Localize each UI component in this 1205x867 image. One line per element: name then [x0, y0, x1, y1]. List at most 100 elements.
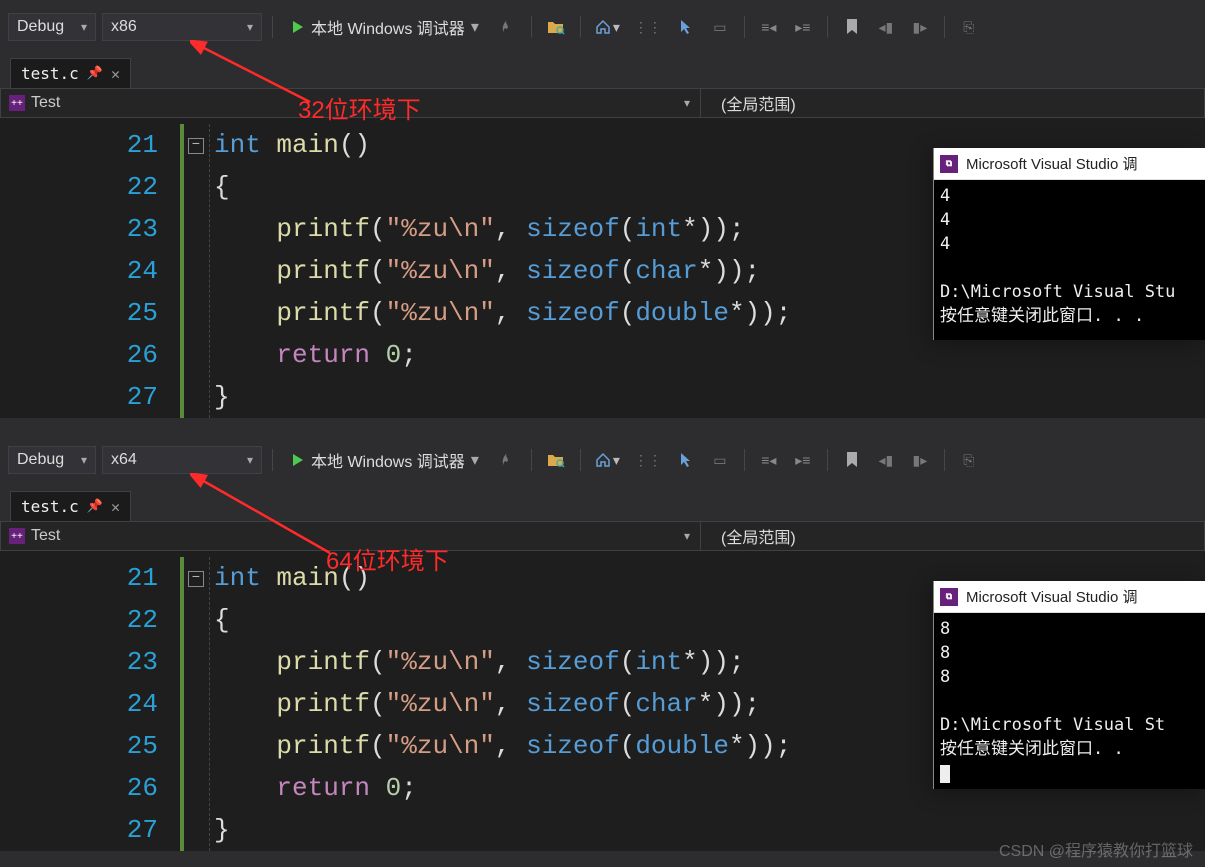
toolbar: Debug ▾ x64 ▾ 本地 Windows 调试器 ▾ ▾ ⋮⋮ ▭ [0, 433, 1205, 487]
open-folder-button[interactable] [542, 13, 570, 41]
file-tab[interactable]: test.c 📌 ✕ [10, 491, 131, 521]
toolbar: Debug ▾ x86 ▾ 本地 Windows 调试器 ▾ ▾ ⋮⋮ ▭ [0, 0, 1205, 54]
code-line[interactable]: } [214, 376, 791, 418]
line-number: 25 [0, 725, 158, 767]
hot-reload-button[interactable] [493, 446, 521, 474]
chevron-down-icon: ▾ [81, 20, 87, 34]
close-icon[interactable]: ✕ [111, 65, 120, 83]
code-line[interactable]: printf("%zu\n", sizeof(int*)); [214, 208, 791, 250]
console-output: 4 4 4 D:\Microsoft Visual Stu 按任意键关闭此窗口.… [934, 180, 1205, 340]
scope-global-text: (全局范围) [721, 524, 796, 548]
code-line[interactable]: return 0; [214, 767, 791, 809]
global-scope-dropdown[interactable]: (全局范围) [701, 522, 1204, 550]
global-scope-dropdown[interactable]: (全局范围) [701, 89, 1204, 117]
config-text: Debug [17, 451, 64, 469]
indent-button[interactable]: ▸≡ [789, 446, 817, 474]
scope-global-text: (全局范围) [721, 91, 796, 115]
code-line[interactable]: { [214, 166, 791, 208]
indent-button[interactable]: ▸≡ [789, 13, 817, 41]
platform-text: x86 [111, 18, 137, 36]
nav-back-button[interactable]: ◂▮ [872, 446, 900, 474]
code-line[interactable]: int main() [214, 124, 791, 166]
separator [272, 449, 273, 471]
home-button[interactable]: ▾ [591, 446, 624, 474]
outdent-button[interactable]: ≡◂ [755, 13, 783, 41]
code-body[interactable]: int main(){ printf("%zu\n", sizeof(int*)… [210, 124, 791, 418]
console-title: Microsoft Visual Studio 调 [966, 586, 1137, 607]
code-line[interactable]: printf("%zu\n", sizeof(char*)); [214, 250, 791, 292]
config-dropdown[interactable]: Debug ▾ [8, 446, 96, 474]
code-line[interactable]: } [214, 809, 791, 851]
code-line[interactable]: printf("%zu\n", sizeof(double*)); [214, 292, 791, 334]
fold-column[interactable]: − [180, 124, 210, 418]
chevron-down-icon: ▾ [471, 450, 479, 470]
play-icon [291, 453, 305, 467]
home-button[interactable]: ▾ [591, 13, 624, 41]
line-number: 27 [0, 376, 158, 418]
console-titlebar[interactable]: ⧉ Microsoft Visual Studio 调 [934, 148, 1205, 180]
nav-fwd-button[interactable]: ▮▸ [906, 13, 934, 41]
code-line[interactable]: int main() [214, 557, 791, 599]
outdent-button[interactable]: ≡◂ [755, 446, 783, 474]
tool-icon-2[interactable]: ▭ [706, 446, 734, 474]
chevron-down-icon: ▾ [247, 20, 253, 34]
tool-icon-1[interactable]: ⋮⋮ [630, 446, 666, 474]
file-tab[interactable]: test.c 📌 ✕ [10, 58, 131, 88]
hot-reload-button[interactable] [493, 13, 521, 41]
separator [744, 449, 745, 471]
line-number: 24 [0, 250, 158, 292]
config-text: Debug [17, 18, 64, 36]
code-line[interactable]: return 0; [214, 334, 791, 376]
tool-icon-3[interactable]: ⎘ [955, 13, 983, 41]
run-label: 本地 Windows 调试器 [311, 448, 465, 472]
cursor-icon [679, 19, 693, 35]
home-icon [595, 452, 611, 468]
nav-fwd-button[interactable]: ▮▸ [906, 446, 934, 474]
play-icon [291, 20, 305, 34]
separator [531, 16, 532, 38]
fold-toggle[interactable]: − [188, 138, 204, 154]
close-icon[interactable]: ✕ [111, 498, 120, 516]
fold-toggle[interactable]: − [188, 571, 204, 587]
platform-dropdown[interactable]: x64 ▾ [102, 446, 262, 474]
code-line[interactable]: printf("%zu\n", sizeof(char*)); [214, 683, 791, 725]
separator [827, 449, 828, 471]
line-number: 21 [0, 124, 158, 166]
run-debugger-button[interactable]: 本地 Windows 调试器 ▾ [283, 446, 487, 474]
run-debugger-button[interactable]: 本地 Windows 调试器 ▾ [283, 13, 487, 41]
tool-icon-2[interactable]: ▭ [706, 13, 734, 41]
console-output: 8 8 8 D:\Microsoft Visual St 按任意键关闭此窗口. … [934, 613, 1205, 789]
line-number: 24 [0, 683, 158, 725]
cursor-icon [679, 452, 693, 468]
fold-column[interactable]: − [180, 557, 210, 851]
line-number: 25 [0, 292, 158, 334]
project-name: Test [31, 94, 60, 112]
console-cursor [940, 765, 950, 783]
project-scope-dropdown[interactable]: ++ Test ▾ [1, 522, 701, 550]
code-line[interactable]: { [214, 599, 791, 641]
pointer-button[interactable] [672, 13, 700, 41]
platform-dropdown[interactable]: x86 ▾ [102, 13, 262, 41]
nav-back-button[interactable]: ◂▮ [872, 13, 900, 41]
pointer-button[interactable] [672, 446, 700, 474]
tool-icon-3[interactable]: ⎘ [955, 446, 983, 474]
tab-filename: test.c [21, 497, 79, 516]
config-dropdown[interactable]: Debug ▾ [8, 13, 96, 41]
code-line[interactable]: printf("%zu\n", sizeof(int*)); [214, 641, 791, 683]
code-body[interactable]: int main(){ printf("%zu\n", sizeof(int*)… [210, 557, 791, 851]
pin-icon[interactable]: 📌 [87, 66, 103, 81]
bookmark-button[interactable] [838, 446, 866, 474]
tab-bar: test.c 📌 ✕ [0, 487, 1205, 521]
code-line[interactable]: printf("%zu\n", sizeof(double*)); [214, 725, 791, 767]
chevron-down-icon: ▾ [613, 452, 620, 469]
open-folder-button[interactable] [542, 446, 570, 474]
vs-icon: ⧉ [940, 155, 958, 173]
project-scope-dropdown[interactable]: ++ Test ▾ [1, 89, 701, 117]
bookmark-button[interactable] [838, 13, 866, 41]
line-number: 27 [0, 809, 158, 851]
console-titlebar[interactable]: ⧉ Microsoft Visual Studio 调 [934, 581, 1205, 613]
tool-icon-1[interactable]: ⋮⋮ [630, 13, 666, 41]
pin-icon[interactable]: 📌 [87, 499, 103, 514]
separator [744, 16, 745, 38]
scope-bar: ++ Test ▾ (全局范围) [0, 521, 1205, 551]
